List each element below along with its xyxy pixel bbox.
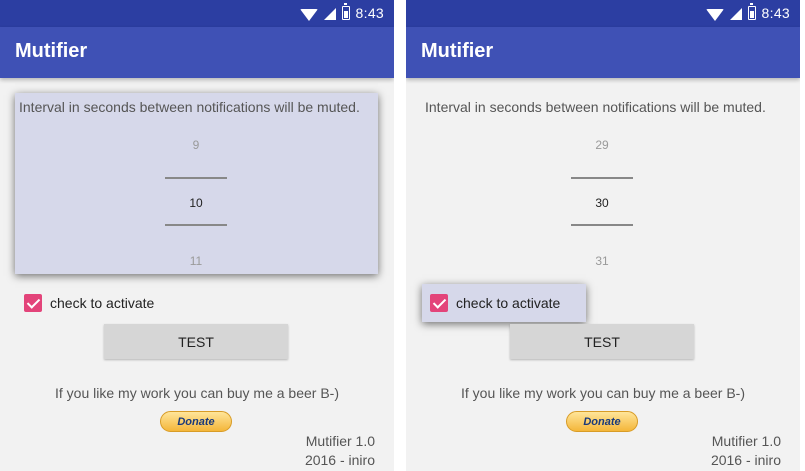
status-bar: 8:43 <box>406 0 800 27</box>
activate-checkbox[interactable] <box>430 294 448 312</box>
app-bar: Mutifier <box>406 27 800 78</box>
picker-current-value[interactable]: 10 <box>156 196 236 210</box>
battery-icon <box>747 3 756 20</box>
interval-picker[interactable]: Interval in seconds between notification… <box>421 93 784 274</box>
test-button[interactable]: TEST <box>104 324 288 359</box>
copyright-text: 2016 - iniro <box>304 452 375 468</box>
battery-icon <box>341 3 350 20</box>
test-button[interactable]: TEST <box>510 324 694 359</box>
interval-picker[interactable]: Interval in seconds between notification… <box>15 93 378 274</box>
picker-previous-value[interactable]: 29 <box>562 138 642 152</box>
picker-previous-value[interactable]: 9 <box>156 138 236 152</box>
picker-divider-bottom <box>571 224 633 226</box>
picker-next-value[interactable]: 11 <box>156 254 236 268</box>
app-bar: Mutifier <box>0 27 394 78</box>
activate-checkbox-row[interactable]: check to activate <box>16 284 154 322</box>
version-text: Mutifier 1.0 <box>711 433 781 449</box>
signal-icon <box>729 8 742 20</box>
activate-checkbox[interactable] <box>24 294 42 312</box>
wifi-icon <box>299 8 318 21</box>
app-title: Mutifier <box>421 40 494 62</box>
picker-divider-top <box>165 177 227 179</box>
interval-label: Interval in seconds between notification… <box>425 99 766 115</box>
app-title: Mutifier <box>15 40 88 62</box>
copyright-text: 2016 - iniro <box>710 452 781 468</box>
status-time: 8:43 <box>355 5 384 21</box>
picker-next-value[interactable]: 31 <box>562 254 642 268</box>
picker-current-value[interactable]: 30 <box>562 196 642 210</box>
signal-icon <box>323 8 336 20</box>
version-text: Mutifier 1.0 <box>305 433 375 449</box>
activate-checkbox-label[interactable]: check to activate <box>456 295 560 311</box>
wifi-icon <box>705 8 724 21</box>
activate-checkbox-label[interactable]: check to activate <box>50 295 154 311</box>
screen-right: 8:43 Mutifier Interval in seconds betwee… <box>406 0 800 471</box>
donate-button[interactable]: Donate <box>160 411 232 432</box>
donate-button[interactable]: Donate <box>566 411 638 432</box>
picker-divider-bottom <box>165 224 227 226</box>
activate-checkbox-row[interactable]: check to activate <box>422 284 587 322</box>
interval-label: Interval in seconds between notification… <box>19 99 360 115</box>
screen-left: 8:43 Mutifier Interval in seconds betwee… <box>0 0 394 471</box>
beer-text: If you like my work you can buy me a bee… <box>461 385 745 401</box>
beer-text: If you like my work you can buy me a bee… <box>55 385 339 401</box>
picker-divider-top <box>571 177 633 179</box>
status-bar: 8:43 <box>0 0 394 27</box>
status-time: 8:43 <box>761 5 790 21</box>
